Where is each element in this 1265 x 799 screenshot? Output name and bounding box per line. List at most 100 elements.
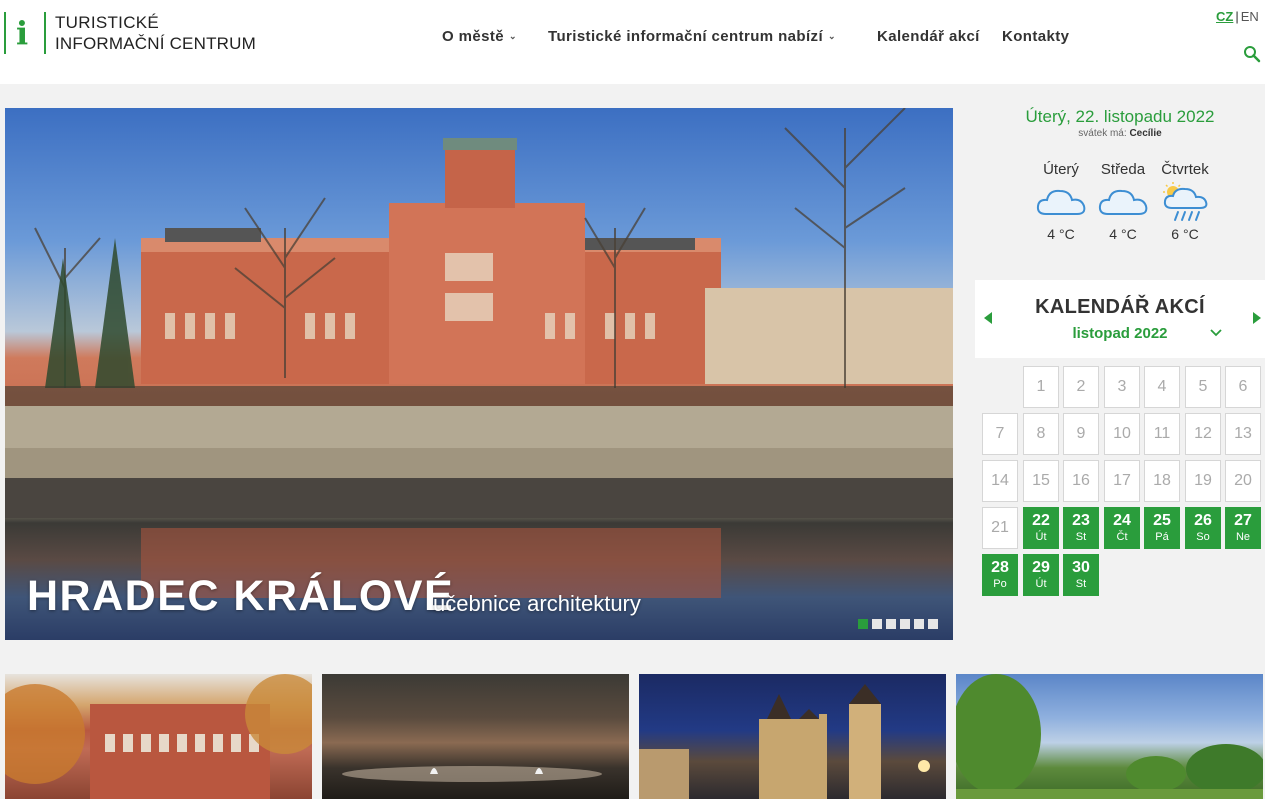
calendar-day-number: 6 (1238, 378, 1248, 395)
calendar-day-number: 21 (991, 519, 1009, 536)
calendar-day[interactable]: 6 (1225, 366, 1261, 408)
nav-item-kalendar-akci[interactable]: Kalendář akcí (877, 28, 980, 45)
calendar-day-number: 5 (1198, 378, 1208, 395)
weather-day-name: Středa (1100, 161, 1146, 178)
calendar-day-event[interactable]: 24 Čt (1104, 507, 1140, 549)
thumbnail-card[interactable] (639, 674, 946, 799)
language-switcher: CZ | EN (1216, 9, 1259, 24)
weather-temp: 6 °C (1171, 226, 1199, 242)
calendar-day-number: 24 (1113, 512, 1131, 529)
calendar-day-event[interactable]: 29 Út (1023, 554, 1059, 596)
nameday-label: svátek má: (1078, 128, 1127, 139)
calendar-day-number: 4 (1157, 378, 1167, 395)
calendar-day[interactable]: 9 (1063, 413, 1099, 455)
logo[interactable]: i (4, 12, 48, 54)
calendar-day-event[interactable]: 30 St (1063, 554, 1099, 596)
calendar-day[interactable]: 14 (982, 460, 1018, 502)
lang-en[interactable]: EN (1241, 9, 1259, 24)
slider-dot[interactable] (914, 619, 924, 629)
search-icon[interactable] (1243, 45, 1261, 63)
calendar-day-number: 10 (1113, 425, 1131, 442)
thumbnail-image (956, 674, 1263, 799)
calendar-day-number: 29 (1032, 559, 1050, 576)
calendar-day-number: 8 (1036, 425, 1046, 442)
calendar-day-number: 13 (1234, 425, 1252, 442)
calendar-day-number: 20 (1234, 472, 1252, 489)
hero-slider[interactable]: HRADEC KRÁLOVÉ učebnice architektury (5, 108, 953, 640)
thumbnail-image (342, 766, 602, 782)
calendar-grid: 1 2 3 4 5 6 7 8 9 10 11 12 13 14 15 16 17 18 19 20 21 22 Út 23 S… (982, 366, 1262, 602)
calendar-day[interactable]: 3 (1104, 366, 1140, 408)
slider-dot[interactable] (900, 619, 910, 629)
thumbnail-image (639, 684, 930, 799)
calendar-day[interactable]: 19 (1185, 460, 1221, 502)
calendar-day-weekday: Pá (1155, 531, 1169, 543)
calendar-day-number: 23 (1072, 512, 1090, 529)
calendar-day-number: 16 (1072, 472, 1090, 489)
calendar-day[interactable]: 4 (1144, 366, 1180, 408)
calendar-day[interactable]: 13 (1225, 413, 1261, 455)
nav-item-label: Kalendář akcí (877, 28, 980, 45)
calendar-day-event[interactable]: 27 Ne (1225, 507, 1261, 549)
lang-cz[interactable]: CZ (1216, 9, 1233, 24)
calendar-day-number: 7 (995, 425, 1005, 442)
nameday-name: Cecílie (1129, 128, 1162, 139)
calendar-day-number: 25 (1153, 512, 1171, 529)
calendar-day-number: 12 (1194, 425, 1212, 442)
weather-day: Úterý 4 °C (1030, 161, 1092, 242)
thumbnail-card[interactable] (322, 674, 629, 799)
calendar-day-weekday: St (1075, 531, 1087, 543)
calendar-day-weekday: Ne (1235, 531, 1251, 543)
calendar-day-event[interactable]: 25 Pá (1144, 507, 1180, 549)
logo-text-line1[interactable]: TURISTICKÉ (55, 13, 159, 33)
calendar-day[interactable]: 2 (1063, 366, 1099, 408)
calendar-day[interactable]: 15 (1023, 460, 1059, 502)
calendar-day-number: 26 (1194, 512, 1212, 529)
calendar-day[interactable]: 18 (1144, 460, 1180, 502)
calendar-day[interactable]: 20 (1225, 460, 1261, 502)
nav-item-o-meste[interactable]: O městě ⌄ (442, 28, 517, 45)
nav-item-kontakty[interactable]: Kontakty (1002, 28, 1069, 45)
calendar-day-number: 18 (1153, 472, 1171, 489)
calendar-day-number: 17 (1113, 472, 1131, 489)
weather-temp: 4 °C (1047, 226, 1075, 242)
calendar-day[interactable]: 21 (982, 507, 1018, 549)
calendar-day-weekday: Út (1035, 578, 1047, 590)
calendar-day-event[interactable]: 26 So (1185, 507, 1221, 549)
thumbnail-card[interactable] (5, 674, 312, 799)
calendar-next-icon[interactable] (1252, 311, 1262, 325)
weather-day: Čtvrtek 6 °C (1154, 161, 1216, 242)
calendar-day[interactable]: 10 (1104, 413, 1140, 455)
calendar-day-event[interactable]: 28 Po (982, 554, 1018, 596)
calendar-day-event[interactable]: 23 St (1063, 507, 1099, 549)
calendar-day-event[interactable]: 22 Út (1023, 507, 1059, 549)
calendar-day[interactable]: 8 (1023, 413, 1059, 455)
slider-dot[interactable] (858, 619, 868, 629)
nav-item-tic-nabizi[interactable]: Turistické informační centrum nabízí ⌄ (548, 28, 836, 45)
chevron-down-icon[interactable] (1209, 328, 1223, 338)
calendar-day[interactable]: 16 (1063, 460, 1099, 502)
hero-title: HRADEC KRÁLOVÉ (27, 572, 455, 620)
calendar-day[interactable]: 5 (1185, 366, 1221, 408)
calendar-day-weekday: Po (993, 578, 1007, 590)
calendar-day-weekday: St (1075, 578, 1087, 590)
calendar-day[interactable]: 12 (1185, 413, 1221, 455)
slider-dot[interactable] (872, 619, 882, 629)
hero-image (5, 108, 953, 598)
calendar-day[interactable]: 17 (1104, 460, 1140, 502)
nav-item-label: Kontakty (1002, 28, 1070, 45)
slider-dot[interactable] (928, 619, 938, 629)
thumbnail-card[interactable] (956, 674, 1263, 799)
calendar-day[interactable]: 7 (982, 413, 1018, 455)
calendar-day-number: 1 (1036, 378, 1046, 395)
calendar-day[interactable]: 11 (1144, 413, 1180, 455)
nav-item-label: Turistické informační centrum nabízí (548, 28, 824, 45)
calendar-day[interactable]: 1 (1023, 366, 1059, 408)
calendar-day-number: 15 (1032, 472, 1050, 489)
logo-text-line2[interactable]: INFORMAČNÍ CENTRUM (55, 34, 256, 54)
calendar-header: KALENDÁŘ AKCÍ listopad 2022 (975, 280, 1265, 358)
slider-dot[interactable] (886, 619, 896, 629)
calendar-day-number: 2 (1076, 378, 1086, 395)
today-date: Úterý, 22. listopadu 2022 (1025, 107, 1215, 126)
cloud-icon (1098, 189, 1148, 215)
